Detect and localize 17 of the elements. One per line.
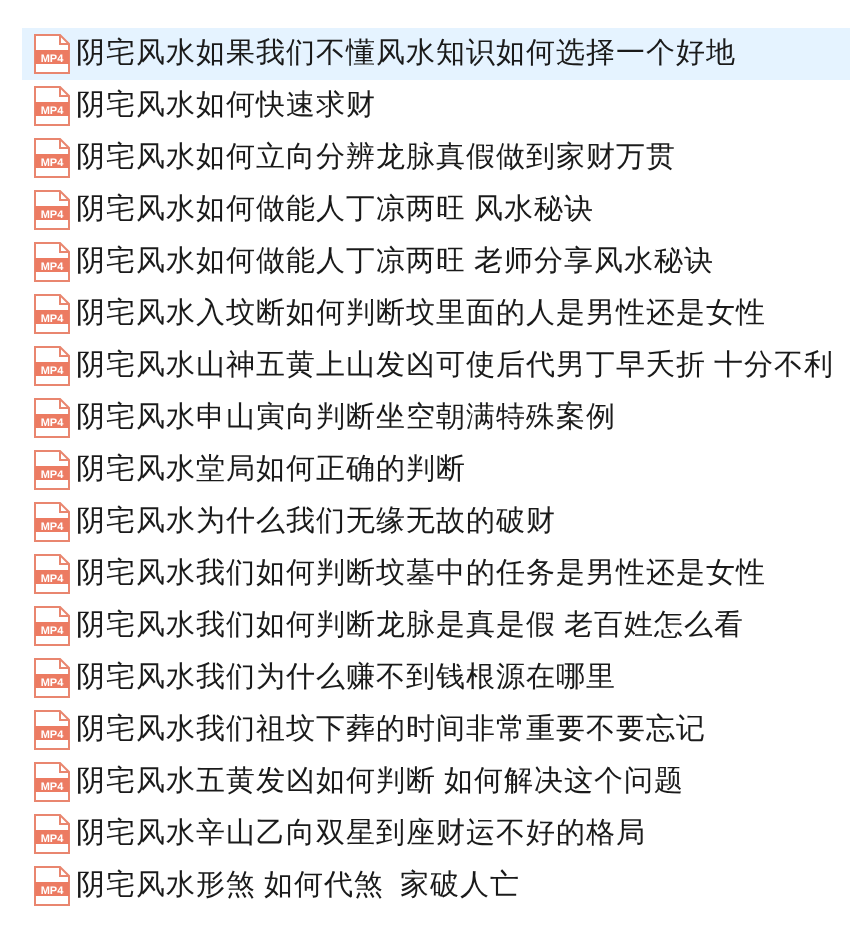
- file-name: 阴宅风水如何做能人丁凉两旺 风水秘诀: [76, 195, 595, 225]
- file-name: 阴宅风水如何立向分辨龙脉真假做到家财万贯: [76, 143, 676, 173]
- file-name: 阴宅风水我们祖坟下葬的时间非常重要不要忘记: [76, 715, 706, 745]
- file-name: 阴宅风水五黄发凶如何判断 如何解决这个问题: [76, 767, 685, 797]
- file-name: 阴宅风水我们如何判断坟墓中的任务是男性还是女性: [76, 559, 766, 589]
- file-name: 阴宅风水堂局如何正确的判断: [76, 455, 466, 485]
- file-name: 阴宅风水如何快速求财: [76, 91, 376, 121]
- file-name: 阴宅风水形煞 如何代煞 家破人亡: [76, 871, 521, 901]
- file-name: 阴宅风水如果我们不懂风水知识如何选择一个好地: [76, 39, 736, 69]
- file-name: 阴宅风水山神五黄上山发凶可使后代男丁早夭折 十分不利: [76, 351, 835, 381]
- file-name: 阴宅风水我们为什么赚不到钱根源在哪里: [76, 663, 616, 693]
- file-name: 阴宅风水申山寅向判断坐空朝满特殊案例: [76, 403, 616, 433]
- file-name: 阴宅风水如何做能人丁凉两旺 老师分享风水秘诀: [76, 247, 715, 277]
- file-name: 阴宅风水辛山乙向双星到座财运不好的格局: [76, 819, 646, 849]
- file-name: 阴宅风水我们如何判断龙脉是真是假 老百姓怎么看: [76, 611, 745, 641]
- file-name: 阴宅风水为什么我们无缘无故的破财: [76, 507, 556, 537]
- file-name: 阴宅风水入坟断如何判断坟里面的人是男性还是女性: [76, 299, 766, 329]
